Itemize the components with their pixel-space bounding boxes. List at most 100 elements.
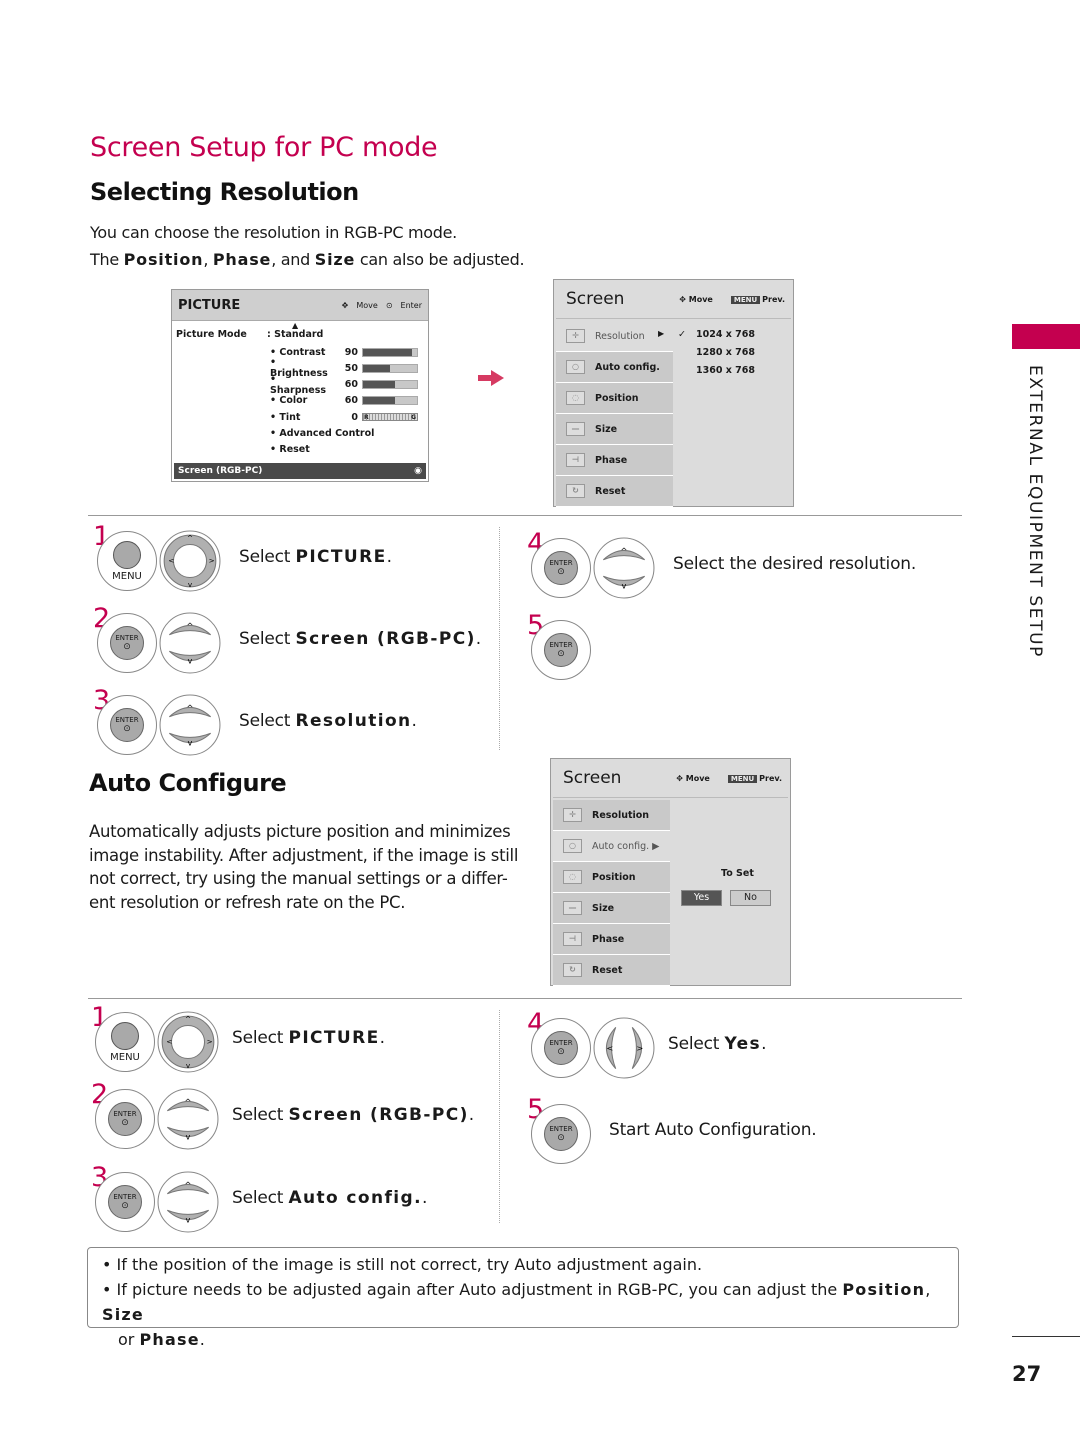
screen-menu-item[interactable]: ✛ Resolution bbox=[553, 800, 670, 831]
setting-slider[interactable] bbox=[362, 363, 418, 373]
svg-text:v: v bbox=[188, 580, 193, 589]
enter-button-face: ENTER ⊙ bbox=[544, 1117, 578, 1151]
position-icon: ◌ bbox=[563, 870, 582, 884]
enter-button[interactable]: ENTER ⊙ bbox=[95, 1089, 155, 1149]
page-number-rule bbox=[1012, 1336, 1080, 1337]
reset-item[interactable]: • Reset bbox=[270, 442, 310, 456]
resolution-option[interactable]: 1280 x 768 bbox=[678, 344, 755, 362]
text: . bbox=[386, 547, 392, 567]
enter-button[interactable]: ENTER ⊙ bbox=[531, 620, 591, 680]
up-down-nav-icon[interactable]: ^v bbox=[157, 1088, 219, 1150]
up-down-nav-icon[interactable]: ^v bbox=[159, 612, 221, 674]
screen-menu-item-label: Phase bbox=[595, 454, 628, 466]
step-instruction: Select Screen (RGB-PC). bbox=[232, 1105, 474, 1125]
menu-button-label: MENU bbox=[112, 571, 142, 582]
svg-text:v: v bbox=[188, 656, 193, 666]
setting-value: 90 bbox=[344, 346, 358, 358]
svg-text:^: ^ bbox=[187, 621, 194, 631]
resolution-label: 1024 x 768 bbox=[696, 329, 756, 340]
screen-menu-item[interactable]: ○ Auto config. bbox=[556, 352, 673, 383]
svg-text:<: < bbox=[166, 1037, 172, 1046]
text: Select bbox=[232, 1188, 289, 1208]
enter-button-face: ENTER ⊙ bbox=[108, 1102, 142, 1136]
checkmark-icon: ✓ bbox=[678, 329, 686, 340]
menu-button[interactable]: MENU bbox=[97, 531, 157, 591]
setting-row[interactable]: • Sharpness 60 bbox=[270, 374, 418, 396]
enter-button[interactable]: ENTER ⊙ bbox=[97, 695, 157, 755]
up-down-nav-icon[interactable]: ^v bbox=[593, 537, 655, 599]
four-way-nav-icon[interactable]: ^ v < > bbox=[157, 1011, 219, 1073]
step-instruction: Select the desired resolution. bbox=[673, 554, 917, 574]
divider bbox=[88, 515, 962, 516]
enter-button[interactable]: ENTER ⊙ bbox=[531, 1104, 591, 1164]
setting-slider[interactable] bbox=[362, 396, 418, 406]
enter-dot-icon: ⊙ bbox=[385, 300, 393, 310]
picture-menu-hints: ✥ Move ⊙ Enter bbox=[342, 301, 422, 310]
svg-text:^: ^ bbox=[185, 1097, 192, 1107]
enter-button-face: ENTER ⊙ bbox=[544, 551, 578, 585]
setting-value: 60 bbox=[344, 379, 358, 391]
auto-configure-description: Automatically adjusts picture position a… bbox=[89, 820, 518, 914]
text: Select bbox=[239, 711, 296, 731]
enter-button[interactable]: ENTER ⊙ bbox=[531, 538, 591, 598]
svg-text:^: ^ bbox=[621, 546, 628, 556]
screen-rgb-pc-label: Screen (RGB-PC) bbox=[178, 466, 263, 476]
to-set-label: To Set bbox=[721, 868, 754, 879]
enter-button[interactable]: ENTER ⊙ bbox=[97, 613, 157, 673]
picture-mode-label: Picture Mode bbox=[176, 329, 247, 340]
hint-move: Move bbox=[685, 773, 710, 783]
enter-dot-icon: ⊙ bbox=[557, 649, 565, 659]
screen-menu-item[interactable]: ✛ Resolution bbox=[556, 321, 673, 352]
right-arrow-icon bbox=[478, 370, 504, 386]
tint-slider[interactable]: RG bbox=[362, 413, 418, 421]
text: . bbox=[475, 629, 481, 649]
screen-menu-item[interactable]: ◌ Position bbox=[553, 862, 670, 893]
advanced-control-item[interactable]: • Advanced Control bbox=[270, 426, 374, 440]
yes-button[interactable]: Yes bbox=[681, 890, 722, 906]
description-line: ent resolution or refresh rate on the PC… bbox=[89, 892, 406, 912]
setting-slider[interactable] bbox=[362, 347, 418, 357]
screen-menu-hints: ✥ Move MENU Prev. bbox=[679, 295, 785, 304]
setting-tint[interactable]: • Tint 0 RG bbox=[270, 410, 418, 424]
screen-menu-item[interactable]: ○ Auto config. ▶ bbox=[553, 831, 670, 862]
step-key-term: Auto config. bbox=[288, 1188, 422, 1208]
enter-button[interactable]: ENTER ⊙ bbox=[95, 1172, 155, 1232]
screen-menu-item-label: Auto config. ▶ bbox=[592, 840, 660, 852]
slider-fill bbox=[363, 397, 396, 405]
text: can also be adjusted. bbox=[355, 250, 525, 269]
text: Select bbox=[239, 629, 296, 649]
text: Select bbox=[232, 1028, 289, 1048]
screen-menu-item[interactable]: ⊣ Phase bbox=[556, 445, 673, 476]
step-key-term: PICTURE bbox=[288, 1028, 380, 1048]
text: Select bbox=[668, 1034, 725, 1054]
setting-slider[interactable] bbox=[362, 380, 418, 390]
resolution-option[interactable]: 1360 x 768 bbox=[678, 362, 755, 380]
text: or bbox=[118, 1330, 140, 1349]
text: . bbox=[379, 1028, 385, 1048]
up-down-nav-icon[interactable]: ^v bbox=[157, 1171, 219, 1233]
picture-mode-value[interactable]: : Standard bbox=[267, 329, 323, 340]
resolution-option[interactable]: ✓ 1024 x 768 bbox=[678, 326, 755, 344]
screen-menu-item[interactable]: — Size bbox=[556, 414, 673, 445]
menu-button[interactable]: MENU bbox=[95, 1012, 155, 1072]
screen-rgb-pc-item[interactable]: Screen (RGB-PC) ◉ bbox=[174, 463, 426, 479]
setting-row[interactable]: • Color 60 bbox=[270, 394, 418, 408]
up-down-nav-icon[interactable]: ^v bbox=[159, 694, 221, 756]
screen-menu-item[interactable]: ◌ Position bbox=[556, 383, 673, 414]
four-way-nav-icon[interactable]: ^ v < > bbox=[159, 530, 221, 592]
enter-button[interactable]: ENTER ⊙ bbox=[531, 1018, 591, 1078]
intro-line-2: The Position, Phase, and Size can also b… bbox=[90, 246, 525, 273]
text: . bbox=[468, 1105, 474, 1125]
no-button[interactable]: No bbox=[730, 890, 771, 906]
left-right-nav-icon[interactable]: < > bbox=[593, 1017, 655, 1079]
screen-menu-item[interactable]: — Size bbox=[553, 893, 670, 924]
screen-menu-item[interactable]: ↻ Reset bbox=[556, 476, 673, 507]
setting-value: 60 bbox=[344, 395, 358, 407]
screen-menu-item[interactable]: ⊣ Phase bbox=[553, 924, 670, 955]
slider-fill bbox=[363, 364, 390, 372]
enter-button-face: ENTER ⊙ bbox=[110, 708, 144, 742]
enter-dot-icon: ⊙ bbox=[557, 1047, 565, 1057]
tint-left: R bbox=[364, 414, 369, 421]
setting-label: • Color bbox=[270, 395, 308, 407]
screen-menu-item[interactable]: ↻ Reset bbox=[553, 955, 670, 986]
